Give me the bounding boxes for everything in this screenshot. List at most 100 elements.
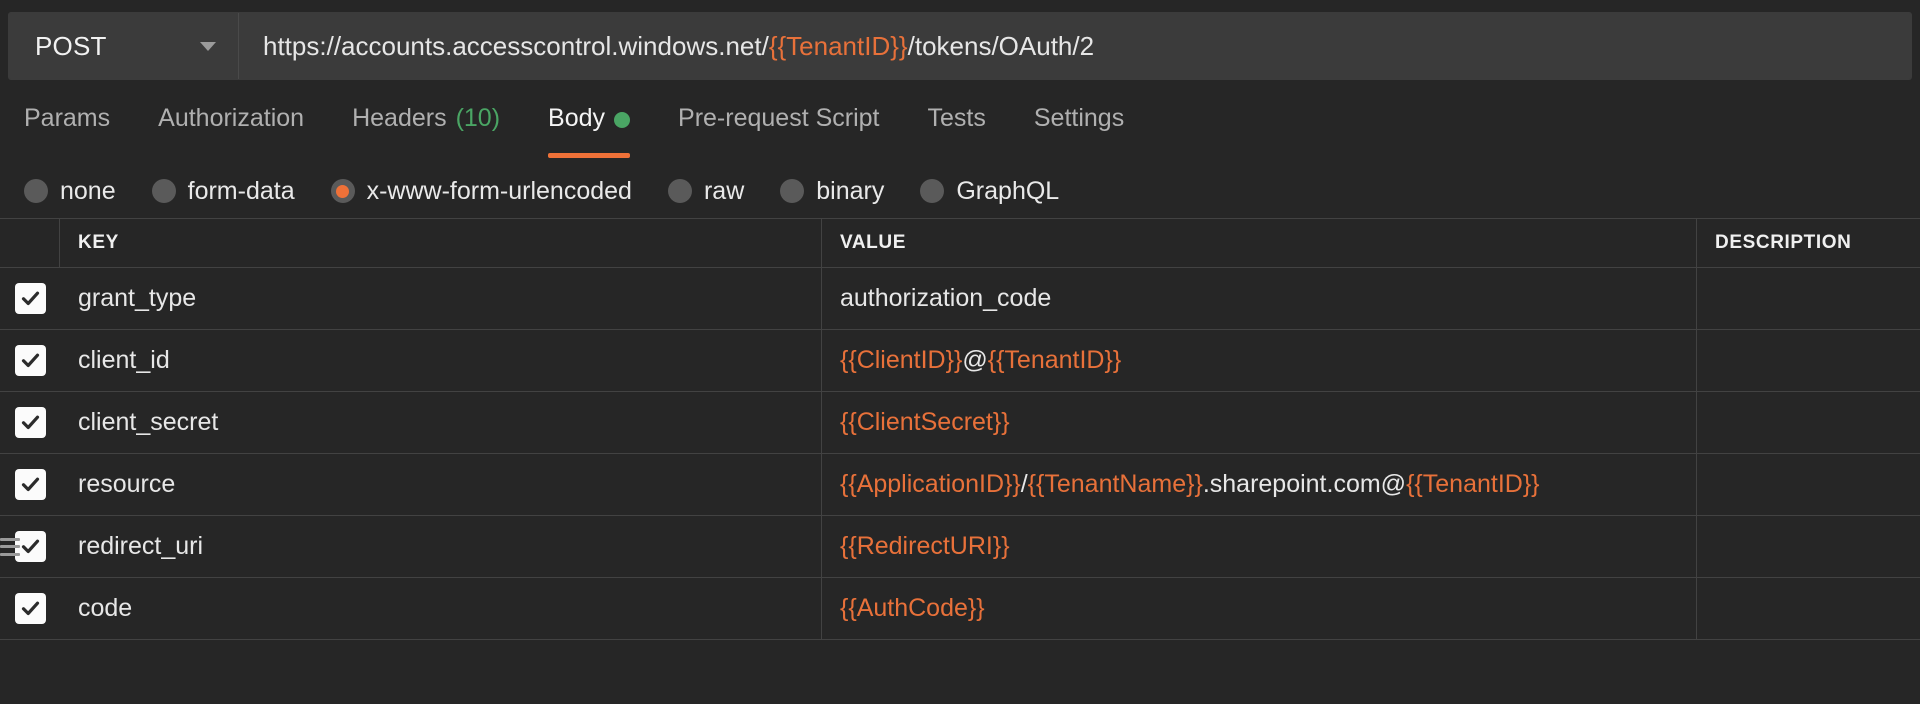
- param-key-text: client_id: [78, 346, 170, 374]
- body-type-label: x-www-form-urlencoded: [366, 176, 632, 205]
- drag-handle-icon[interactable]: [0, 537, 20, 556]
- table-row: redirect_uri {{RedirectURI}}: [0, 516, 1920, 578]
- table-header-row: KEY VALUE DESCRIPTION: [0, 219, 1920, 268]
- param-value-text: {{ClientID}}@{{TenantID}}: [840, 346, 1121, 375]
- param-description-cell[interactable]: [1697, 392, 1920, 453]
- radio-unselected-icon[interactable]: [920, 179, 945, 203]
- radio-unselected-icon[interactable]: [667, 179, 692, 203]
- body-present-dot-icon: [614, 112, 631, 128]
- table-row: client_secret {{ClientSecret}}: [0, 392, 1920, 454]
- row-select-cell: [0, 454, 60, 515]
- param-value-segment: .sharepoint.com@: [1202, 470, 1407, 498]
- row-checkbox[interactable]: [14, 283, 46, 314]
- param-value-segment: authorization_code: [840, 284, 1052, 312]
- param-value-cell[interactable]: {{RedirectURI}}: [822, 516, 1697, 577]
- row-checkbox[interactable]: [14, 407, 46, 438]
- param-value-cell[interactable]: authorization_code: [822, 268, 1697, 329]
- table-row: code {{AuthCode}}: [0, 578, 1920, 640]
- row-checkbox[interactable]: [14, 593, 46, 624]
- body-type-radio-none[interactable]: none: [24, 177, 116, 206]
- param-description-cell[interactable]: [1697, 516, 1920, 577]
- tab-tests[interactable]: Tests: [904, 104, 1010, 158]
- tab-label: Body: [548, 104, 606, 132]
- body-type-radio-x-www-form-urlencoded[interactable]: x-www-form-urlencoded: [330, 176, 632, 206]
- tab-settings[interactable]: Settings: [1010, 104, 1148, 158]
- param-value-text: {{AuthCode}}: [840, 594, 985, 623]
- request-url-bar: POST https://accounts.accesscontrol.wind…: [8, 12, 1912, 80]
- param-key-cell[interactable]: redirect_uri: [60, 516, 822, 577]
- table-header-checkbox-cell: [0, 219, 60, 267]
- url-segment: https://accounts.accesscontrol.windows.n…: [263, 30, 769, 61]
- body-type-radio-graphql[interactable]: GraphQL: [920, 177, 1059, 206]
- body-type-label: GraphQL: [956, 176, 1060, 205]
- param-key-text: client_secret: [78, 408, 219, 436]
- param-value-segment-variable: {{TenantID}}: [987, 346, 1122, 374]
- param-description-cell[interactable]: [1697, 578, 1920, 639]
- param-value-segment-variable: {{ClientID}}: [840, 346, 963, 374]
- row-select-cell: [0, 268, 60, 329]
- param-key-cell[interactable]: code: [60, 578, 822, 639]
- tab-params[interactable]: Params: [0, 104, 134, 158]
- param-value-segment-variable: {{ApplicationID}}: [840, 470, 1021, 498]
- url-segment-variable: {{TenantID}}: [768, 30, 908, 61]
- param-value-cell[interactable]: {{AuthCode}}: [822, 578, 1697, 639]
- http-method-label: POST: [35, 30, 107, 61]
- column-header-value: VALUE: [822, 219, 1697, 267]
- param-value-text: {{RedirectURI}}: [840, 532, 1010, 561]
- body-type-label: binary: [816, 176, 885, 205]
- radio-unselected-icon[interactable]: [780, 179, 805, 203]
- body-type-label: none: [60, 176, 116, 205]
- body-type-radio-binary[interactable]: binary: [780, 177, 884, 206]
- body-params-table: KEY VALUE DESCRIPTION grant_type authorizati…: [0, 218, 1920, 640]
- radio-unselected-icon[interactable]: [151, 179, 176, 203]
- tab-label: Tests: [927, 104, 986, 132]
- param-value-segment-variable: {{ClientSecret}}: [840, 408, 1010, 436]
- row-select-cell: [0, 578, 60, 639]
- table-row: grant_type authorization_code: [0, 268, 1920, 330]
- url-segment: /tokens/OAuth/2: [907, 30, 1095, 61]
- tab-authorization[interactable]: Authorization: [134, 104, 328, 158]
- row-select-cell: [0, 516, 60, 577]
- tab-label: Headers: [352, 104, 447, 132]
- tab-label: Authorization: [158, 104, 305, 132]
- chevron-down-icon: [200, 41, 216, 51]
- param-key-text: redirect_uri: [78, 532, 204, 560]
- param-key-cell[interactable]: client_id: [60, 330, 822, 391]
- tab-headers[interactable]: Headers (10): [328, 104, 524, 158]
- param-value-text: authorization_code: [840, 284, 1051, 313]
- param-value-text: {{ApplicationID}}/{{TenantName}}.sharepo…: [840, 470, 1540, 499]
- request-url-input[interactable]: https://accounts.accesscontrol.windows.n…: [239, 13, 1911, 79]
- column-header-key: KEY: [60, 219, 822, 267]
- tab-body[interactable]: Body: [524, 104, 654, 158]
- radio-selected-icon[interactable]: [330, 179, 355, 203]
- body-type-radio-form-data[interactable]: form-data: [151, 176, 295, 206]
- param-key-text: resource: [78, 470, 176, 498]
- table-row: client_id {{ClientID}}@{{TenantID}}: [0, 330, 1920, 392]
- param-value-segment-variable: {{TenantID}}: [1406, 470, 1540, 498]
- http-method-select[interactable]: POST: [9, 13, 239, 79]
- param-key-cell[interactable]: grant_type: [60, 268, 822, 329]
- param-description-cell[interactable]: [1697, 454, 1920, 515]
- tab-count-badge: (10): [455, 104, 501, 132]
- param-value-cell[interactable]: {{ClientID}}@{{TenantID}}: [822, 330, 1697, 391]
- table-row: resource {{ApplicationID}}/{{TenantName}}…: [0, 454, 1920, 516]
- param-value-segment-variable: {{RedirectURI}}: [840, 532, 1010, 560]
- body-type-label: raw: [703, 176, 745, 205]
- body-type-radio-raw[interactable]: raw: [667, 176, 745, 206]
- param-value-cell[interactable]: {{ClientSecret}}: [822, 392, 1697, 453]
- param-key-cell[interactable]: client_secret: [60, 392, 822, 453]
- param-key-cell[interactable]: resource: [60, 454, 822, 515]
- row-select-cell: [0, 392, 60, 453]
- body-type-label: form-data: [187, 176, 295, 205]
- row-checkbox[interactable]: [14, 469, 46, 500]
- param-key-text: code: [78, 594, 133, 622]
- row-select-cell: [0, 330, 60, 391]
- param-key-text: grant_type: [78, 284, 197, 312]
- row-checkbox[interactable]: [14, 345, 46, 376]
- param-description-cell[interactable]: [1697, 268, 1920, 329]
- tab-pre-request-script[interactable]: Pre-request Script: [654, 104, 903, 158]
- radio-unselected-icon[interactable]: [24, 179, 48, 203]
- param-description-cell[interactable]: [1697, 330, 1920, 391]
- request-tab-bar: Params Authorization Headers (10) Body Pre-re…: [0, 104, 1920, 160]
- param-value-cell[interactable]: {{ApplicationID}}/{{TenantName}}.sharepo…: [822, 454, 1697, 515]
